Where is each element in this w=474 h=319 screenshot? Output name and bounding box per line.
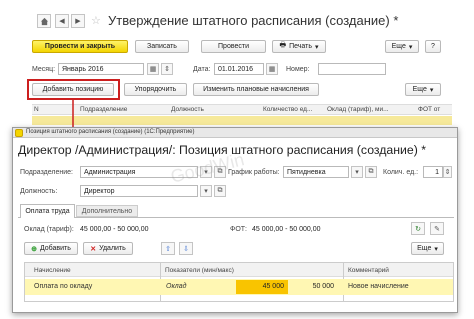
col-accrual[interactable]: Начисление bbox=[34, 267, 71, 274]
fot-value: 45 000,00 - 50 000,00 bbox=[252, 226, 321, 233]
chevron-down-icon: ▾ bbox=[434, 245, 438, 253]
division-label: Подразделение: bbox=[20, 169, 73, 176]
inner-more-button[interactable]: Еще ▾ bbox=[411, 242, 444, 255]
row-min[interactable]: 45 000 bbox=[236, 283, 284, 290]
row-max[interactable]: 50 000 bbox=[292, 283, 334, 290]
move-down-icon[interactable]: ⇩ bbox=[179, 242, 193, 255]
dropdown-icon[interactable]: ▾ bbox=[200, 185, 212, 197]
tab-bar-line bbox=[18, 217, 454, 218]
tab-payment[interactable]: Оплата труда bbox=[20, 204, 75, 218]
schedule-field[interactable]: Пятидневка bbox=[283, 166, 349, 178]
open-link-icon[interactable]: ⧉ bbox=[214, 185, 226, 197]
move-up-icon[interactable]: ⇧ bbox=[161, 242, 175, 255]
units-label: Колич. ед.: bbox=[383, 169, 419, 176]
delete-label: Удалить bbox=[99, 245, 126, 252]
position-label: Должность: bbox=[20, 188, 58, 195]
salary-label: Оклад (тариф): bbox=[24, 226, 74, 233]
tab-additional[interactable]: Дополнительно bbox=[76, 205, 138, 217]
row-comment[interactable]: Новое начисление bbox=[348, 283, 409, 290]
row-accrual[interactable]: Оплата по окладу bbox=[34, 283, 92, 290]
dropdown-icon[interactable]: ▾ bbox=[351, 166, 363, 178]
app-logo-icon bbox=[15, 129, 23, 137]
inner-caption: Позиция штатного расписания (создание) (… bbox=[26, 129, 195, 135]
fot-label: ФОТ: bbox=[230, 226, 247, 233]
col-indicators[interactable]: Показатели (мин/макс) bbox=[165, 267, 234, 274]
units-field[interactable]: 1 bbox=[423, 166, 443, 178]
position-field[interactable]: Директор bbox=[80, 185, 198, 197]
open-link-icon[interactable]: ⧉ bbox=[365, 166, 377, 178]
delete-icon: ✕ bbox=[90, 245, 97, 253]
spinner-icon[interactable]: ⇕ bbox=[443, 166, 452, 178]
row-indicator: Оклад bbox=[166, 283, 187, 290]
more-label: Еще bbox=[417, 245, 432, 252]
add-label: Добавить bbox=[39, 245, 71, 252]
salary-value: 45 000,00 - 50 000,00 bbox=[80, 226, 149, 233]
delete-accrual-button[interactable]: ✕ Удалить bbox=[83, 242, 133, 255]
plus-icon: ⊕ bbox=[31, 245, 37, 253]
edit-icon[interactable]: ✎ bbox=[430, 222, 444, 235]
refresh-icon[interactable]: ↻ bbox=[411, 222, 425, 235]
col-comment[interactable]: Комментарий bbox=[348, 267, 389, 274]
add-accrual-button[interactable]: ⊕ Добавить bbox=[24, 242, 78, 255]
